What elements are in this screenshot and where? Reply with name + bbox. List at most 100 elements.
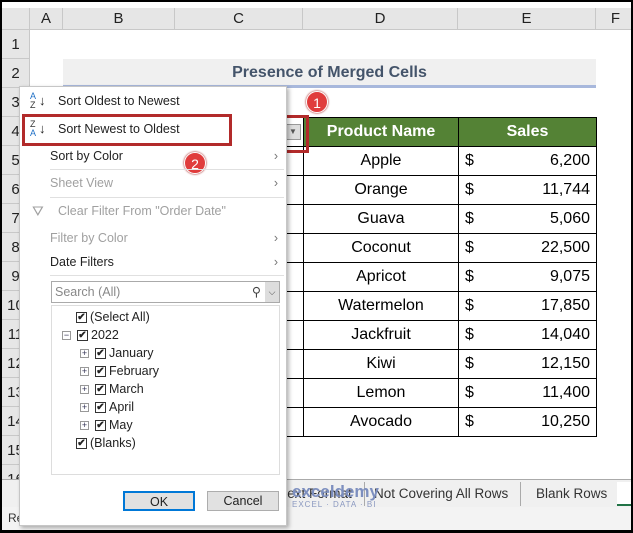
expand-icon[interactable]: + [80,348,89,358]
sales-cell: $5,060 [458,204,597,234]
sales-value: 11,400 [542,384,590,401]
checkbox-checked[interactable]: ✔ [95,419,106,431]
product-cell: Apricot [303,262,459,292]
list-item-blanks[interactable]: ✔ (Blanks) [76,434,136,452]
currency-symbol: $ [465,413,474,430]
product-cell: Apple [303,146,459,176]
sales-value: 17,850 [541,297,590,314]
product-cell: Kiwi [303,349,459,379]
expand-icon[interactable]: + [80,366,89,376]
sales-cell: $9,075 [458,262,597,292]
divider [50,197,284,198]
currency-symbol: $ [465,152,474,169]
sales-value: 5,060 [549,210,590,227]
sales-cell: $17,850 [458,291,597,321]
menu-date-filters[interactable]: Date Filters › [20,250,286,274]
chevron-right-icon: › [273,149,278,163]
expand-icon[interactable]: + [80,384,89,394]
currency-symbol: $ [465,268,474,285]
cancel-button[interactable]: Cancel [207,491,279,511]
col-header[interactable]: A [30,8,63,30]
currency-symbol: $ [465,210,474,227]
product-cell: Watermelon [303,291,459,321]
menu-clear-filter[interactable]: ⛛ Clear Filter From "Order Date" [20,199,286,223]
select-all-corner[interactable] [2,8,30,30]
step-badge-1: 1 [306,91,328,113]
checkbox-checked[interactable]: ✔ [76,437,87,449]
sales-cell: $22,500 [458,233,597,263]
checkbox-checked[interactable]: ✔ [76,311,87,323]
sales-cell: $14,040 [458,320,597,350]
chevron-right-icon: › [273,176,278,190]
menu-sort-by-color[interactable]: Sort by Color › [20,144,286,168]
row-header[interactable]: 1 [2,30,30,59]
col-header[interactable]: B [63,8,175,30]
list-item-month[interactable]: + ✔ May [80,416,133,434]
list-item-month[interactable]: + ✔ February [80,362,159,380]
sales-cell: $11,400 [458,378,597,408]
sheet-title: Presence of Merged Cells [63,59,596,88]
sales-cell: $11,744 [458,175,597,205]
header-sales: Sales [458,117,597,147]
col-header[interactable]: E [458,8,596,30]
sales-value: 10,250 [541,413,590,430]
checkbox-checked[interactable]: ✔ [95,401,106,413]
sales-cell: $10,250 [458,407,597,437]
watermark-logo: exceldemy EXCEL · DATA · BI [292,482,379,509]
list-item-month[interactable]: + ✔ April [80,398,134,416]
excel-window: A B C D E F 12345678910111213141516 Pres… [2,2,631,530]
active-sheet-tab[interactable] [617,482,631,506]
currency-symbol: $ [465,297,474,314]
sort-az-icon: AZ [30,91,37,110]
search-input[interactable]: Search (All) ⚲ ⌵ [51,281,280,303]
product-cell: Avocado [303,407,459,437]
product-cell: Jackfruit [303,320,459,350]
sales-cell: $6,200 [458,146,597,176]
collapse-icon[interactable]: − [62,330,71,340]
col-header[interactable]: D [303,8,458,30]
list-item-month[interactable]: + ✔ March [80,380,144,398]
col-header[interactable]: C [175,8,303,30]
currency-symbol: $ [465,355,474,372]
list-item-month[interactable]: + ✔ January [80,344,153,362]
product-cell: Lemon [303,378,459,408]
sales-value: 12,150 [541,355,590,372]
divider [50,275,284,276]
currency-symbol: $ [465,181,474,198]
sales-cell: $12,150 [458,349,597,379]
menu-sort-oldest-to-newest[interactable]: A Z ↓ Sort Oldest to Newest [20,89,286,113]
search-icon: ⚲ [251,285,261,299]
currency-symbol: $ [465,384,474,401]
checkbox-checked[interactable]: ✔ [77,329,88,341]
menu-sheet-view[interactable]: Sheet View › [20,171,286,195]
expand-icon[interactable]: + [80,402,89,412]
product-cell: Orange [303,175,459,205]
chevron-right-icon: › [273,255,278,269]
menu-filter-by-color[interactable]: Filter by Color › [20,226,286,250]
sales-value: 9,075 [549,268,590,285]
expand-icon[interactable]: + [80,420,89,430]
checkbox-checked[interactable]: ✔ [95,365,106,377]
sales-value: 6,200 [549,152,590,169]
sales-value: 11,744 [542,181,590,198]
menu-highlight-box [22,114,232,146]
header-product-name: Product Name [303,117,459,147]
sheet-tab[interactable]: Blank Rows [524,482,621,506]
clear-filter-icon: ⛛ [32,203,44,219]
row-header[interactable]: 2 [2,59,30,88]
product-cell: Coconut [303,233,459,263]
list-item-select-all[interactable]: ✔ (Select All) [76,308,150,326]
filter-value-list: ✔ (Select All) − ✔ 2022 + ✔ January + ✔ February… [51,305,280,475]
list-item-year[interactable]: − ✔ 2022 [62,326,119,344]
product-cell: Guava [303,204,459,234]
filter-menu: A Z ↓ Sort Oldest to Newest Z A ↓ Sort Newest … [19,86,287,526]
sales-value: 14,040 [541,326,590,343]
checkbox-checked[interactable]: ✔ [95,347,106,359]
checkbox-checked[interactable]: ✔ [95,383,106,395]
currency-symbol: $ [465,239,474,256]
sales-value: 22,500 [541,239,590,256]
chevron-right-icon: › [273,231,278,245]
chevron-down-icon[interactable]: ⌵ [265,282,279,302]
col-header[interactable]: F [596,8,631,30]
ok-button[interactable]: OK [123,491,195,511]
